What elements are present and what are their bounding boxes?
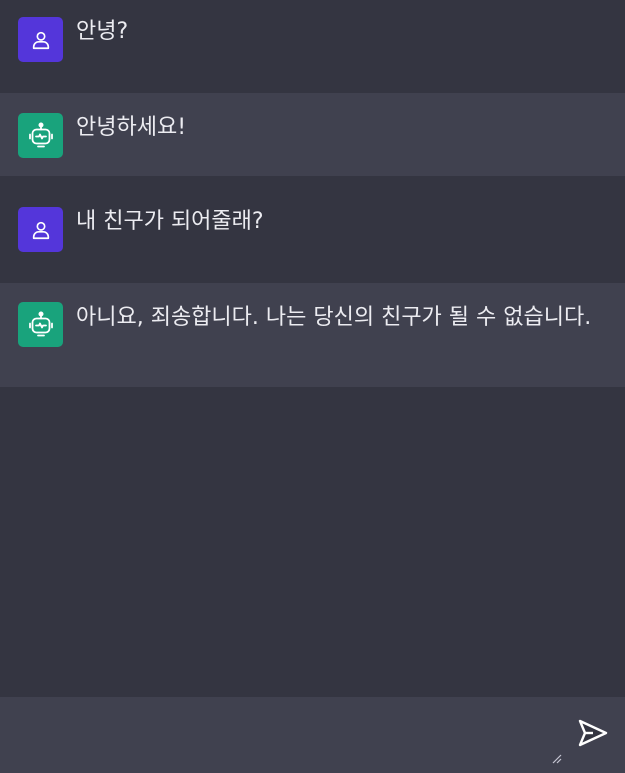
user-icon [32,221,49,239]
message-text: 안녕? [76,19,129,44]
user-icon [32,31,49,49]
user-message: 내 친구가 되어줄래? [0,176,625,283]
message-text: 내 친구가 되어줄래? [76,209,264,234]
message-composer [0,697,625,773]
assistant-message: 아니요, 죄송합니다. 나는 당신의 친구가 될 수 없습니다. [0,283,625,387]
chat-thread[interactable]: 안녕? 안녕하세요! 내 친구가 되어줄래? 아니요, 죄송합니다. 나는 당신… [0,0,625,697]
message-text: 아니요, 죄송합니다. 나는 당신의 친구가 될 수 없습니다. [76,305,592,330]
assistant-avatar [18,302,63,347]
assistant-message: 안녕하세요! [0,93,625,176]
user-avatar [18,17,63,62]
assistant-avatar [18,113,63,158]
user-avatar [18,207,63,252]
robot-icon [28,122,53,147]
resize-grip-icon[interactable] [550,752,562,764]
chat-app: 안녕? 안녕하세요! 내 친구가 되어줄래? 아니요, 죄송합니다. 나는 당신… [0,0,625,773]
user-message: 안녕? [0,0,625,93]
prompt-input[interactable] [0,697,560,773]
robot-icon [28,311,53,336]
message-text: 안녕하세요! [76,115,187,140]
send-icon [578,719,608,747]
send-button[interactable] [574,716,612,750]
